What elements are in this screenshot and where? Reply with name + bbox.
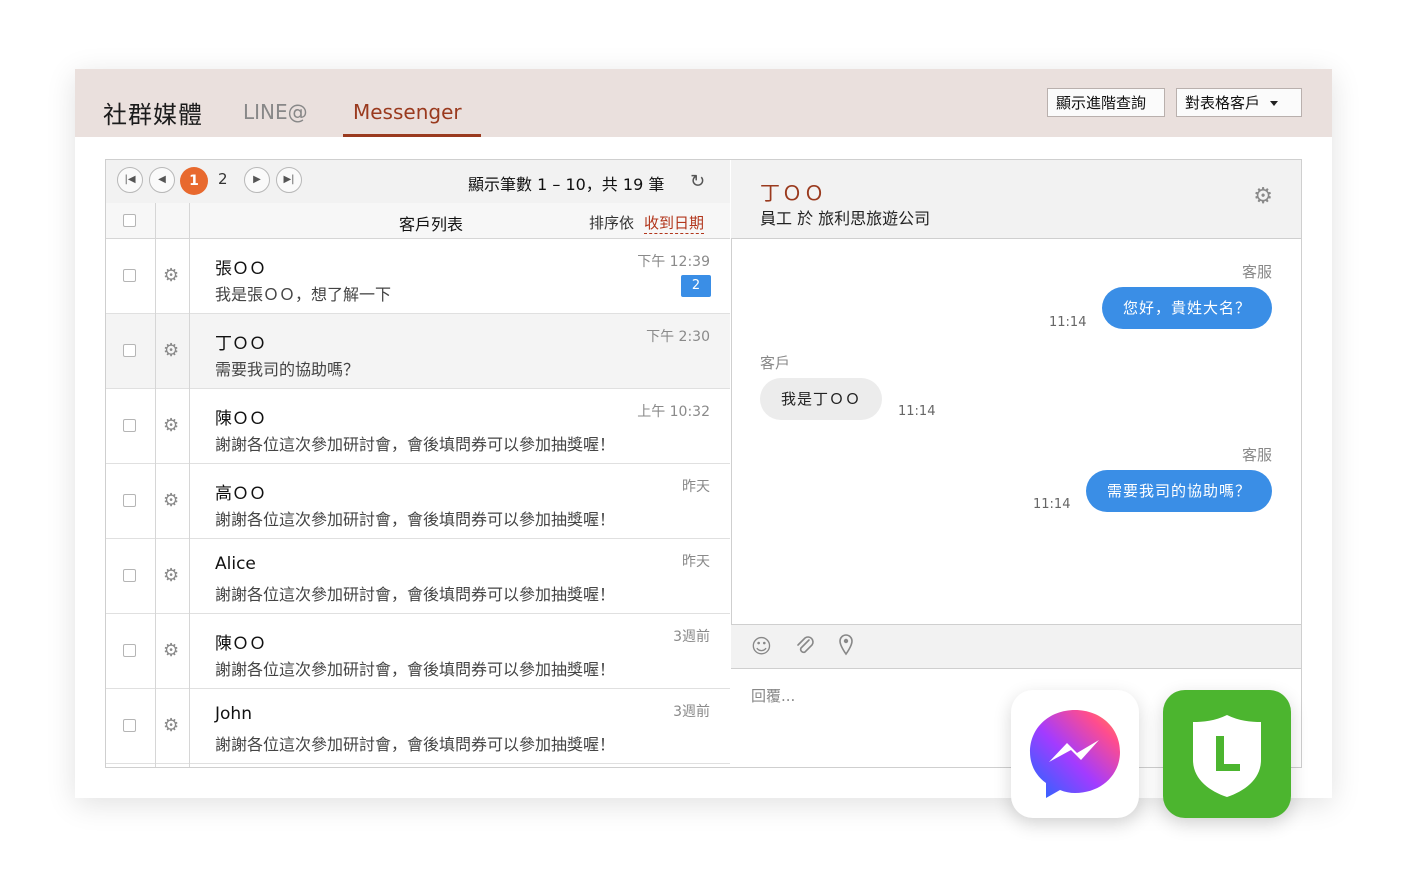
conversation-panel: 丁ＯＯ 員工 於 旅利思旅遊公司 ⚙ 客服 您好，貴姓大名？ 11:14 客戶 … xyxy=(731,160,1301,767)
customer-name: 張ＯＯ xyxy=(215,259,266,279)
advanced-search-button[interactable]: 顯示進階查詢 xyxy=(1047,88,1165,117)
messenger-logo xyxy=(1030,710,1120,798)
last-message: 我是張ＯＯ，想了解一下 xyxy=(215,285,392,304)
location-glyph xyxy=(839,634,853,656)
message-timestamp: 11:14 xyxy=(1033,497,1071,512)
sender-label: 客服 xyxy=(1241,263,1272,281)
sort-label: 排序依 xyxy=(589,214,635,232)
table-customers-label: 對表格客戶 xyxy=(1185,94,1261,112)
sender-label: 客服 xyxy=(1241,446,1272,464)
next-page-button[interactable]: ▶ xyxy=(244,167,270,193)
customer-name: 高ＯＯ xyxy=(215,484,266,504)
row-checkbox[interactable] xyxy=(123,644,136,657)
location-icon[interactable] xyxy=(838,634,854,661)
select-all-checkbox[interactable] xyxy=(123,214,136,227)
composer-toolbar: ☺ xyxy=(731,624,1301,669)
row-checkbox[interactable] xyxy=(123,569,136,582)
tab-line[interactable]: LINE@ xyxy=(243,100,308,124)
pagination-bar: |◀ ◀ 1 2 ▶ ▶| 顯示筆數 1 – 10，共 19 筆 ↻ xyxy=(106,160,730,204)
row-checkbox[interactable] xyxy=(123,419,136,432)
message-time: 下午 12:39 xyxy=(637,254,710,270)
customer-name: 陳ＯＯ xyxy=(215,634,266,654)
sort-field-selector[interactable]: 收到日期 xyxy=(644,212,705,234)
gear-icon[interactable]: ⚙ xyxy=(163,490,179,511)
gear-icon[interactable]: ⚙ xyxy=(163,340,179,361)
contact-subtitle: 員工 於 旅利思旅遊公司 xyxy=(760,209,931,228)
active-tab-indicator xyxy=(343,134,481,137)
prev-page-button[interactable]: ◀ xyxy=(149,167,175,193)
message-bubble-outgoing: 需要我司的協助嗎？ xyxy=(1085,470,1272,512)
list-item[interactable]: ⚙ Alice 謝謝各位這次參加研討會，會後填問券可以參加抽獎喔！ 昨天 xyxy=(106,539,730,614)
customer-name: John xyxy=(215,704,252,724)
column-divider xyxy=(189,239,190,767)
last-message: 謝謝各位這次參加研討會，會後填問券可以參加抽獎喔！ xyxy=(215,735,616,754)
refresh-icon[interactable]: ↻ xyxy=(690,171,705,192)
message-time: 昨天 xyxy=(682,554,710,570)
message-time: 3週前 xyxy=(673,629,710,645)
gear-icon[interactable]: ⚙ xyxy=(163,715,179,736)
column-divider xyxy=(155,203,156,238)
customer-rows: ⚙ 張ＯＯ 我是張ＯＯ，想了解一下 下午 12:39 2 ⚙ 丁ＯＯ 需要我司的… xyxy=(106,239,730,764)
message-time: 3週前 xyxy=(673,704,710,720)
gear-icon[interactable]: ⚙ xyxy=(163,565,179,586)
social-media-panel: 社群媒體 LINE@ Messenger 顯示進階查詢 對表格客戶 |◀ ◀ 1… xyxy=(75,69,1332,798)
message-bubble-incoming: 我是丁ＯＯ xyxy=(760,378,883,420)
top-bar: 社群媒體 LINE@ Messenger 顯示進階查詢 對表格客戶 xyxy=(75,69,1332,137)
message-timestamp: 11:14 xyxy=(898,404,936,419)
conversation-header: 丁ＯＯ 員工 於 旅利思旅遊公司 ⚙ xyxy=(731,160,1301,239)
attachment-icon[interactable] xyxy=(795,634,815,661)
customer-name: 丁ＯＯ xyxy=(215,334,266,354)
last-message: 謝謝各位這次參加研討會，會後填問券可以參加抽獎喔！ xyxy=(215,660,616,679)
row-checkbox[interactable] xyxy=(123,719,136,732)
tab-messenger[interactable]: Messenger xyxy=(353,100,462,124)
list-item[interactable]: ⚙ 陳ＯＯ 謝謝各位這次參加研討會，會後填問券可以參加抽獎喔！ 上午 10:32 xyxy=(106,389,730,464)
customer-name: Alice xyxy=(215,554,256,574)
attachment-glyph xyxy=(797,636,814,654)
record-count: 顯示筆數 1 – 10，共 19 筆 xyxy=(468,175,665,194)
last-message: 謝謝各位這次參加研討會，會後填問券可以參加抽獎喔！ xyxy=(215,435,616,454)
last-message: 需要我司的協助嗎？ xyxy=(215,360,360,379)
page-1-button[interactable]: 1 xyxy=(180,167,208,195)
gear-icon[interactable]: ⚙ xyxy=(163,415,179,436)
list-item[interactable]: ⚙ 丁ＯＯ 需要我司的協助嗎？ 下午 2:30 xyxy=(106,314,730,389)
gear-icon[interactable]: ⚙ xyxy=(1253,184,1273,209)
first-page-button[interactable]: |◀ xyxy=(117,167,143,193)
table-customers-dropdown[interactable]: 對表格客戶 xyxy=(1176,88,1302,117)
column-divider xyxy=(189,203,190,238)
page-2-button[interactable]: 2 xyxy=(218,170,228,188)
line-icon xyxy=(1163,690,1291,818)
list-item[interactable]: ⚙ John 謝謝各位這次參加研討會，會後填問券可以參加抽獎喔！ 3週前 xyxy=(106,689,730,764)
message-time: 昨天 xyxy=(682,479,710,495)
column-divider xyxy=(155,239,156,767)
messenger-icon xyxy=(1011,690,1139,818)
gear-icon[interactable]: ⚙ xyxy=(163,640,179,661)
list-item[interactable]: ⚙ 陳ＯＯ 謝謝各位這次參加研討會，會後填問券可以參加抽獎喔！ 3週前 xyxy=(106,614,730,689)
message-time: 下午 2:30 xyxy=(646,329,710,345)
last-page-button[interactable]: ▶| xyxy=(276,167,302,193)
unread-badge: 2 xyxy=(681,275,711,297)
last-message: 謝謝各位這次參加研討會，會後填問券可以參加抽獎喔！ xyxy=(215,510,616,529)
contact-name: 丁ＯＯ xyxy=(760,181,826,205)
list-header: 客戶列表 排序依 收到日期 xyxy=(106,203,730,239)
last-message: 謝謝各位這次參加研討會，會後填問券可以參加抽獎喔！ xyxy=(215,585,616,604)
sender-label: 客戶 xyxy=(760,354,791,372)
line-logo xyxy=(1193,715,1261,797)
list-item[interactable]: ⚙ 張ＯＯ 我是張ＯＯ，想了解一下 下午 12:39 2 xyxy=(106,239,730,314)
emoji-icon[interactable]: ☺ xyxy=(751,634,772,658)
page-title: 社群媒體 xyxy=(103,101,203,129)
message-timestamp: 11:14 xyxy=(1049,315,1087,330)
list-title: 客戶列表 xyxy=(399,215,464,234)
customer-list-panel: |◀ ◀ 1 2 ▶ ▶| 顯示筆數 1 – 10，共 19 筆 ↻ 客戶列表 … xyxy=(106,160,732,767)
row-checkbox[interactable] xyxy=(123,344,136,357)
list-item[interactable]: ⚙ 高ＯＯ 謝謝各位這次參加研討會，會後填問券可以參加抽獎喔！ 昨天 xyxy=(106,464,730,539)
gear-icon[interactable]: ⚙ xyxy=(163,265,179,286)
message-time: 上午 10:32 xyxy=(637,404,710,420)
row-checkbox[interactable] xyxy=(123,269,136,282)
caret-down-icon xyxy=(1270,101,1279,106)
customer-name: 陳ＯＯ xyxy=(215,409,266,429)
inbox-frame: |◀ ◀ 1 2 ▶ ▶| 顯示筆數 1 – 10，共 19 筆 ↻ 客戶列表 … xyxy=(105,159,1302,768)
row-checkbox[interactable] xyxy=(123,494,136,507)
message-bubble-outgoing: 您好，貴姓大名？ xyxy=(1101,287,1272,329)
